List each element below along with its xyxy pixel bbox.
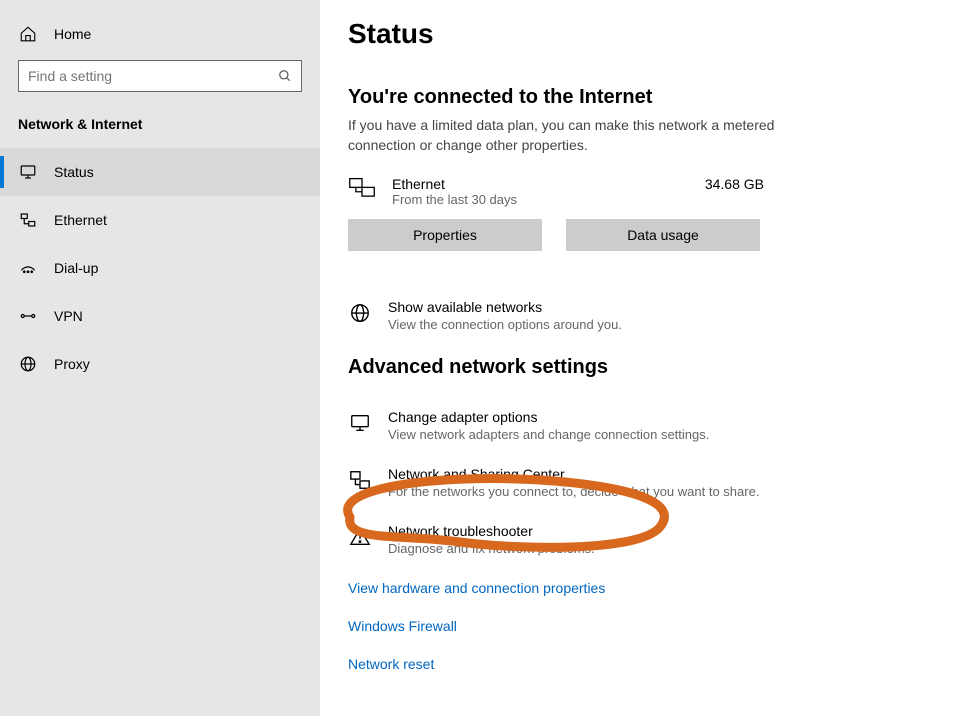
properties-button[interactable]: Properties	[348, 219, 542, 251]
connection-status: Ethernet 34.68 GB From the last 30 days	[348, 176, 929, 207]
sidebar: Home Network & Internet Status Ethernet …	[0, 0, 320, 716]
warning-icon	[348, 525, 372, 549]
sidebar-item-dialup[interactable]: Dial-up	[0, 244, 320, 292]
ethernet-icon	[18, 210, 38, 230]
globe-icon	[348, 301, 372, 325]
sidebar-item-home[interactable]: Home	[0, 18, 320, 60]
adapter-options[interactable]: Change adapter options View network adap…	[348, 409, 929, 442]
monitor-icon	[348, 411, 372, 435]
sidebar-item-proxy[interactable]: Proxy	[0, 340, 320, 388]
nav-label: Proxy	[54, 356, 90, 372]
option-desc: Diagnose and fix network problems.	[388, 541, 595, 556]
sharing-icon	[348, 468, 372, 492]
proxy-icon	[18, 354, 38, 374]
nav-label: Ethernet	[54, 212, 107, 228]
search-input[interactable]	[28, 68, 266, 84]
network-troubleshooter[interactable]: Network troubleshooter Diagnose and fix …	[348, 523, 929, 556]
nav-label: Status	[54, 164, 94, 180]
option-title: Network troubleshooter	[388, 523, 595, 539]
connection-name: Ethernet	[392, 176, 445, 192]
connection-period: From the last 30 days	[392, 192, 764, 207]
dialup-icon	[18, 258, 38, 278]
option-title: Network and Sharing Center	[388, 466, 759, 482]
option-desc: View the connection options around you.	[388, 317, 622, 332]
search-input-container[interactable]	[18, 60, 302, 92]
home-icon	[18, 24, 38, 44]
computer-network-icon	[348, 176, 376, 204]
main-content: Status You're connected to the Internet …	[320, 0, 959, 716]
sidebar-item-status[interactable]: Status	[0, 148, 320, 196]
option-title: Show available networks	[388, 299, 622, 315]
option-title: Change adapter options	[388, 409, 709, 425]
link-network-reset[interactable]: Network reset	[348, 656, 929, 672]
show-networks-option[interactable]: Show available networks View the connect…	[348, 299, 929, 332]
link-hardware-properties[interactable]: View hardware and connection properties	[348, 580, 929, 596]
data-usage-button[interactable]: Data usage	[566, 219, 760, 251]
advanced-heading: Advanced network settings	[348, 356, 929, 379]
page-title: Status	[348, 18, 929, 50]
sidebar-home-label: Home	[54, 26, 91, 42]
option-desc: For the networks you connect to, decide …	[388, 484, 759, 499]
connection-usage: 34.68 GB	[705, 176, 764, 192]
sidebar-category: Network & Internet	[0, 116, 320, 148]
connected-heading: You're connected to the Internet	[348, 86, 929, 109]
sidebar-item-vpn[interactable]: VPN	[0, 292, 320, 340]
vpn-icon	[18, 306, 38, 326]
option-desc: View network adapters and change connect…	[388, 427, 709, 442]
status-icon	[18, 162, 38, 182]
network-sharing-center[interactable]: Network and Sharing Center For the netwo…	[348, 466, 929, 499]
sidebar-item-ethernet[interactable]: Ethernet	[0, 196, 320, 244]
connected-description: If you have a limited data plan, you can…	[348, 115, 788, 156]
search-icon	[278, 69, 292, 83]
link-windows-firewall[interactable]: Windows Firewall	[348, 618, 929, 634]
nav-label: Dial-up	[54, 260, 98, 276]
nav-label: VPN	[54, 308, 83, 324]
